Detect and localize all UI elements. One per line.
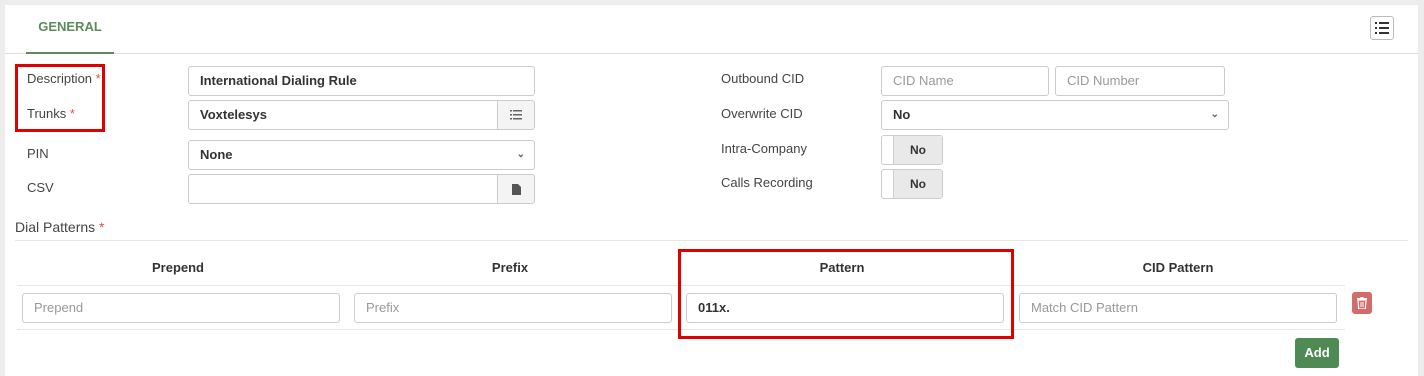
column-header-prefix: Prefix	[491, 260, 529, 275]
csv-label: CSV	[27, 180, 54, 195]
required-marker: *	[99, 219, 105, 235]
chevron-down-icon: ⌄	[1210, 109, 1219, 120]
tab-bar: GENERAL	[5, 5, 1418, 54]
overwrite-cid-label: Overwrite CID	[721, 106, 803, 121]
intra-company-label: Intra-Company	[721, 141, 807, 156]
toggle-state: No	[894, 136, 942, 164]
cid-name-input[interactable]: CID Name	[881, 66, 1049, 96]
chevron-down-icon: ⌄	[516, 149, 525, 160]
trunks-label: Trunks *	[27, 106, 75, 121]
column-header-cid-pattern: CID Pattern	[1142, 260, 1214, 275]
file-icon	[511, 183, 521, 195]
tab-general[interactable]: GENERAL	[26, 5, 114, 54]
column-header-prepend: Prepend	[151, 260, 204, 275]
pin-select[interactable]: None ⌄	[188, 140, 535, 170]
divider	[17, 285, 1345, 286]
required-marker: *	[95, 71, 101, 86]
intra-company-toggle[interactable]: No	[881, 135, 943, 165]
column-header-pattern: Pattern	[819, 260, 865, 275]
list-icon	[510, 110, 522, 120]
toggle-knob	[882, 136, 894, 164]
form-panel: GENERAL Description * International Dial…	[5, 5, 1418, 376]
list-icon	[1375, 22, 1389, 34]
dial-patterns-title: Dial Patterns *	[15, 219, 105, 235]
calls-recording-label: Calls Recording	[721, 175, 813, 190]
prepend-input[interactable]: Prepend	[22, 293, 340, 323]
required-marker: *	[69, 106, 75, 121]
cid-pattern-input[interactable]: Match CID Pattern	[1019, 293, 1337, 323]
csv-field[interactable]	[188, 174, 499, 204]
calls-recording-toggle[interactable]: No	[881, 169, 943, 199]
divider	[17, 329, 1345, 330]
trunks-field[interactable]: Voxtelesys	[188, 100, 499, 130]
description-field[interactable]: International Dialing Rule	[188, 66, 535, 96]
menu-button[interactable]	[1370, 16, 1394, 40]
cid-number-input[interactable]: CID Number	[1055, 66, 1225, 96]
overwrite-cid-select[interactable]: No ⌄	[881, 100, 1229, 130]
add-pattern-button[interactable]: Add	[1295, 338, 1339, 368]
description-label: Description *	[27, 71, 101, 86]
delete-row-button[interactable]	[1352, 292, 1372, 314]
trunks-select-button[interactable]	[497, 100, 535, 130]
toggle-knob	[882, 170, 894, 198]
pattern-input[interactable]: 011x.	[686, 293, 1004, 323]
prefix-input[interactable]: Prefix	[354, 293, 672, 323]
csv-file-button[interactable]	[497, 174, 535, 204]
pin-label: PIN	[27, 146, 49, 161]
toggle-state: No	[894, 170, 942, 198]
trash-icon	[1357, 297, 1367, 309]
divider	[15, 240, 1408, 241]
outbound-cid-label: Outbound CID	[721, 71, 805, 86]
